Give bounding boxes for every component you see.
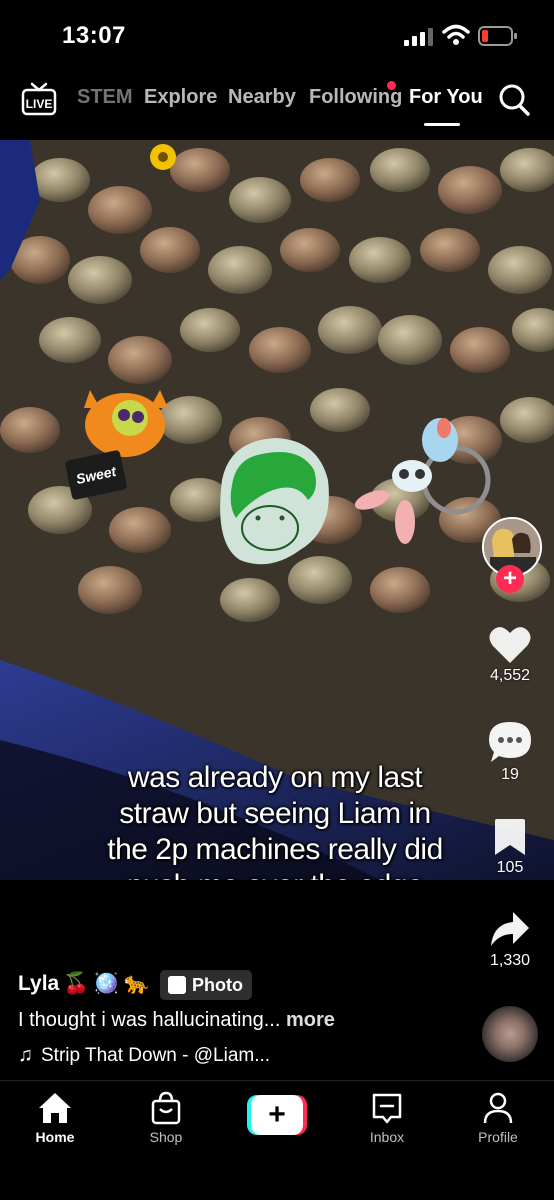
like-count: 4,552	[489, 667, 531, 684]
top-navigation: LIVE STEM Explore Nearby Following For Y…	[0, 70, 554, 134]
cherry-emoji: 🍒	[63, 972, 90, 995]
post-description[interactable]: I thought i was hallucinating... more	[18, 1009, 335, 1032]
nav-home-label: Home	[35, 1129, 75, 1145]
home-icon	[39, 1093, 71, 1123]
music-track[interactable]: ♫ Strip That Down - @Liam...	[18, 1044, 270, 1067]
author-name-row[interactable]: Lyla 🍒 🪩 🐆	[18, 972, 150, 996]
following-notification-dot	[387, 81, 396, 90]
share-button[interactable]: 1,330	[474, 910, 546, 970]
plus-icon: +	[251, 1095, 303, 1135]
comment-button[interactable]: 19	[474, 720, 546, 784]
nav-inbox-label: Inbox	[369, 1129, 405, 1145]
wifi-icon	[442, 24, 470, 45]
share-arrow-icon	[491, 912, 529, 946]
save-count: 105	[496, 859, 524, 876]
description-text: I thought i was hallucinating...	[18, 1009, 281, 1031]
shop-bag-icon	[151, 1091, 181, 1125]
follow-plus-button[interactable]: +	[496, 565, 524, 593]
nav-shop[interactable]: Shop	[121, 1091, 211, 1145]
photo-icon	[168, 976, 186, 994]
share-count: 1,330	[489, 952, 531, 969]
live-tv-icon[interactable]: LIVE	[20, 82, 58, 116]
battery-icon	[478, 26, 517, 46]
music-note-icon: ♫	[18, 1044, 33, 1066]
search-icon[interactable]	[498, 83, 530, 117]
photo-badge-label: Photo	[192, 974, 243, 995]
tab-explore[interactable]: Explore	[144, 86, 217, 109]
status-bar: 13:07	[0, 0, 554, 70]
nav-profile[interactable]: Profile	[453, 1091, 543, 1145]
author-name[interactable]: Lyla	[18, 972, 59, 996]
profile-icon	[483, 1092, 513, 1124]
tab-following[interactable]: Following	[309, 86, 402, 109]
caption-line: push me over the edge	[60, 868, 490, 880]
inbox-icon	[372, 1093, 402, 1124]
tab-nearby[interactable]: Nearby	[228, 86, 296, 109]
nav-profile-label: Profile	[478, 1129, 518, 1145]
more-link[interactable]: more	[286, 1009, 335, 1031]
active-tab-indicator	[424, 123, 460, 126]
bottom-navigation: Home Shop + Inbox Profile	[0, 1080, 554, 1200]
create-post-button[interactable]: +	[247, 1095, 307, 1135]
post-photo[interactable]: Sweet was already on my last straw but s…	[0, 140, 554, 880]
nav-shop-label: Shop	[149, 1129, 183, 1145]
comment-bubble-icon	[489, 722, 531, 762]
leopard-emoji: 🐆	[123, 972, 150, 995]
heart-icon	[489, 627, 531, 663]
save-button[interactable]: 105	[474, 817, 546, 877]
tab-for-you[interactable]: For You	[409, 86, 483, 109]
bookmark-icon	[495, 819, 525, 855]
music-title: Strip That Down - @Liam...	[41, 1044, 271, 1066]
like-button[interactable]: 4,552	[474, 625, 546, 685]
caption-line: straw but seeing Liam in	[119, 797, 431, 830]
caption-line: was already on my last	[127, 761, 423, 794]
caption-line: the 2p machines really did	[107, 833, 443, 866]
mirror-ball-emoji: 🪩	[93, 972, 120, 995]
music-disc-avatar[interactable]	[482, 1006, 538, 1062]
nav-home[interactable]: Home	[10, 1091, 100, 1145]
status-time: 13:07	[62, 22, 126, 49]
live-label: LIVE	[26, 97, 53, 111]
tab-stem[interactable]: STEM	[77, 86, 133, 109]
cellular-signal-icon	[404, 28, 433, 46]
photo-type-badge: Photo	[160, 970, 252, 1000]
comment-count: 19	[501, 766, 519, 783]
nav-inbox[interactable]: Inbox	[342, 1091, 432, 1145]
photo-caption-overlay: was already on my last straw but seeing …	[60, 760, 490, 880]
